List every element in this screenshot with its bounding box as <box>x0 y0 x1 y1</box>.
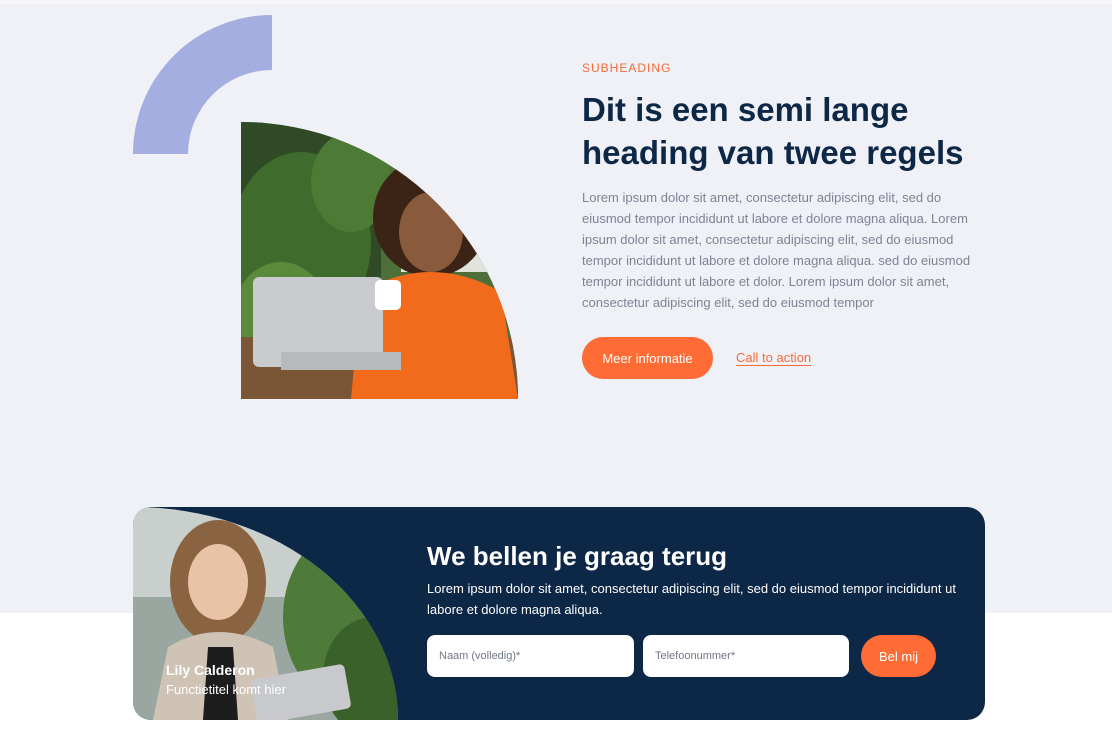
call-me-button[interactable]: Bel mij <box>861 635 936 677</box>
call-to-action-link[interactable]: Call to action <box>736 350 811 365</box>
contact-person-name: Lily Calderon <box>166 662 255 678</box>
more-info-button[interactable]: Meer informatie <box>582 337 713 379</box>
page-heading: Dit is een semi lange heading van twee r… <box>582 91 964 171</box>
callback-card: Lily Calderon Functietitel komt hier We … <box>133 507 985 720</box>
contact-person-role: Functietitel komt hier <box>166 682 286 697</box>
callback-title: We bellen je graag terug <box>427 541 728 571</box>
callback-text: Lorem ipsum dolor sit amet, consectetur … <box>427 581 956 617</box>
hero-body-text: Lorem ipsum dolor sit amet, consectetur … <box>582 190 971 310</box>
subheading: SUBHEADING <box>582 61 672 75</box>
phone-input[interactable] <box>643 635 849 677</box>
name-input[interactable] <box>427 635 634 677</box>
